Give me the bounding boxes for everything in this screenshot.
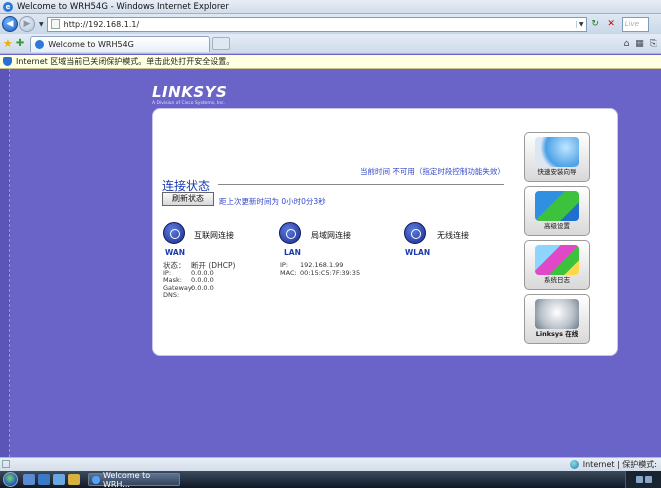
logo-subtext: A Division of Cisco Systems, Inc. — [152, 101, 225, 106]
print-icon[interactable]: ⎘ — [650, 39, 657, 49]
refresh-status-button[interactable]: 刷新状态 — [162, 192, 214, 206]
linksys-online-button[interactable]: Linksys 在线 — [524, 294, 590, 344]
address-dropdown-icon[interactable]: ▼ — [575, 20, 586, 28]
logo-text: LINKSYS — [152, 83, 228, 101]
time-hint: 当前时间 不可用（指定时段控制功能失效） — [360, 167, 505, 176]
lan-mac-key: MAC: — [280, 268, 297, 277]
page-left-frame — [0, 69, 10, 457]
tab-bar: ★ ✚ Welcome to WRH54G ⌂ ▦ ⎘ — [0, 34, 661, 54]
lan-icon — [279, 222, 301, 244]
internet-zone-icon — [569, 460, 579, 469]
globe-clock-icon — [535, 299, 579, 329]
wan-label: 互联网连接 — [194, 231, 234, 240]
wan-gateway-value: 0.0.0.0 — [191, 283, 214, 292]
window-titlebar: e Welcome to WRH54G - Windows Internet E… — [0, 0, 661, 14]
refresh-button[interactable]: ↻ — [588, 17, 603, 32]
tray-network-icon[interactable] — [635, 476, 643, 483]
tab-ie-icon — [35, 39, 45, 49]
taskbar-ie-window[interactable]: Welcome to WRH... — [88, 470, 180, 488]
zone-text[interactable]: Internet | 保护模式: — [583, 459, 657, 470]
task-label: Welcome to WRH... — [102, 470, 151, 488]
status-bar: Internet | 保护模式: — [0, 457, 661, 471]
quicklaunch-folder-icon[interactable] — [68, 474, 80, 485]
start-button[interactable] — [0, 471, 20, 488]
add-favorites-icon[interactable]: ✚ — [16, 38, 24, 49]
lan-label: 局域网连接 — [311, 231, 351, 240]
new-tab-button[interactable] — [212, 37, 231, 50]
home-icon[interactable]: ⌂ — [624, 39, 630, 49]
quicklaunch-ie-icon[interactable] — [23, 474, 35, 485]
linksys-online-label: Linksys 在线 — [535, 330, 579, 338]
url-text[interactable]: http://192.168.1.1/ — [64, 20, 576, 29]
quick-setup-button[interactable]: 快速安装向导 — [524, 132, 590, 182]
shield-icon — [3, 57, 12, 66]
tab-label: Welcome to WRH54G — [48, 39, 134, 49]
forward-button[interactable]: ▶ — [19, 16, 35, 32]
system-tray — [625, 471, 661, 488]
stop-button[interactable]: ✕ — [604, 17, 619, 32]
wan-tag: WAN — [165, 248, 186, 257]
page-icon — [50, 19, 60, 29]
wlan-tag: WLAN — [405, 248, 431, 257]
quicklaunch-switch-icon[interactable] — [53, 474, 65, 485]
system-log-button[interactable]: 系统日志 — [524, 240, 590, 290]
ie-icon: e — [3, 1, 13, 12]
title-divider — [218, 184, 504, 185]
back-button[interactable]: ◀ — [2, 16, 18, 32]
windows-orb-icon — [2, 472, 18, 487]
lan-tag: LAN — [284, 248, 301, 257]
linksys-logo: LINKSYS A Division of Cisco Systems, Inc… — [152, 83, 227, 106]
window-title: Welcome to WRH54G - Windows Internet Exp… — [17, 1, 229, 12]
system-log-label: 系统日志 — [544, 276, 570, 284]
task-ie-icon — [92, 475, 100, 484]
lan-info: IP: 192.168.1.99 MAC: 00:15:C5:7F:39:35 — [280, 261, 361, 277]
wan-dns-key: DNS: — [163, 291, 180, 299]
protected-mode-infobar[interactable]: Internet 区域当前已关闭保护模式。单击此处打开安全设置。 — [0, 55, 661, 69]
search-input[interactable]: Live Se — [621, 16, 649, 32]
last-update-text: 距上次更新时间为 0小时0分3秒 — [219, 197, 326, 206]
wlan-icon — [404, 222, 426, 244]
wand-icon — [535, 137, 579, 167]
command-bar: ⌂ ▦ ⎘ — [624, 39, 661, 49]
wlan-label: 无线连接 — [437, 231, 469, 240]
log-icon — [535, 245, 579, 275]
taskbar: Welcome to WRH... — [0, 471, 661, 488]
wan-info: 状态： 断开 (DHCP) IP: 0.0.0.0 Mask: 0.0.0.0 Gat… — [163, 262, 235, 300]
quicklaunch-desktop-icon[interactable] — [38, 474, 50, 485]
address-field[interactable]: http://192.168.1.1/ ▼ — [46, 16, 587, 32]
lan-mac-value: 00:15:C5:7F:39:35 — [300, 268, 361, 277]
favorites-star-icon[interactable]: ★ — [3, 37, 13, 50]
status-page-icon — [2, 460, 10, 468]
tab-welcome[interactable]: Welcome to WRH54G — [30, 35, 211, 52]
address-toolbar: ◀ ▶ ▼ http://192.168.1.1/ ▼ ↻ ✕ Live Se — [0, 14, 661, 34]
quick-setup-label: 快速安装向导 — [537, 168, 577, 176]
feeds-icon[interactable]: ▦ — [635, 39, 644, 49]
tray-volume-icon[interactable] — [644, 476, 652, 483]
advanced-settings-label: 高级设置 — [544, 222, 570, 230]
wan-icon — [163, 222, 185, 244]
infobar-text: Internet 区域当前已关闭保护模式。单击此处打开安全设置。 — [16, 57, 235, 66]
history-dropdown-icon[interactable]: ▼ — [39, 21, 44, 28]
advanced-settings-button[interactable]: 高级设置 — [524, 186, 590, 236]
gears-icon — [535, 191, 579, 221]
